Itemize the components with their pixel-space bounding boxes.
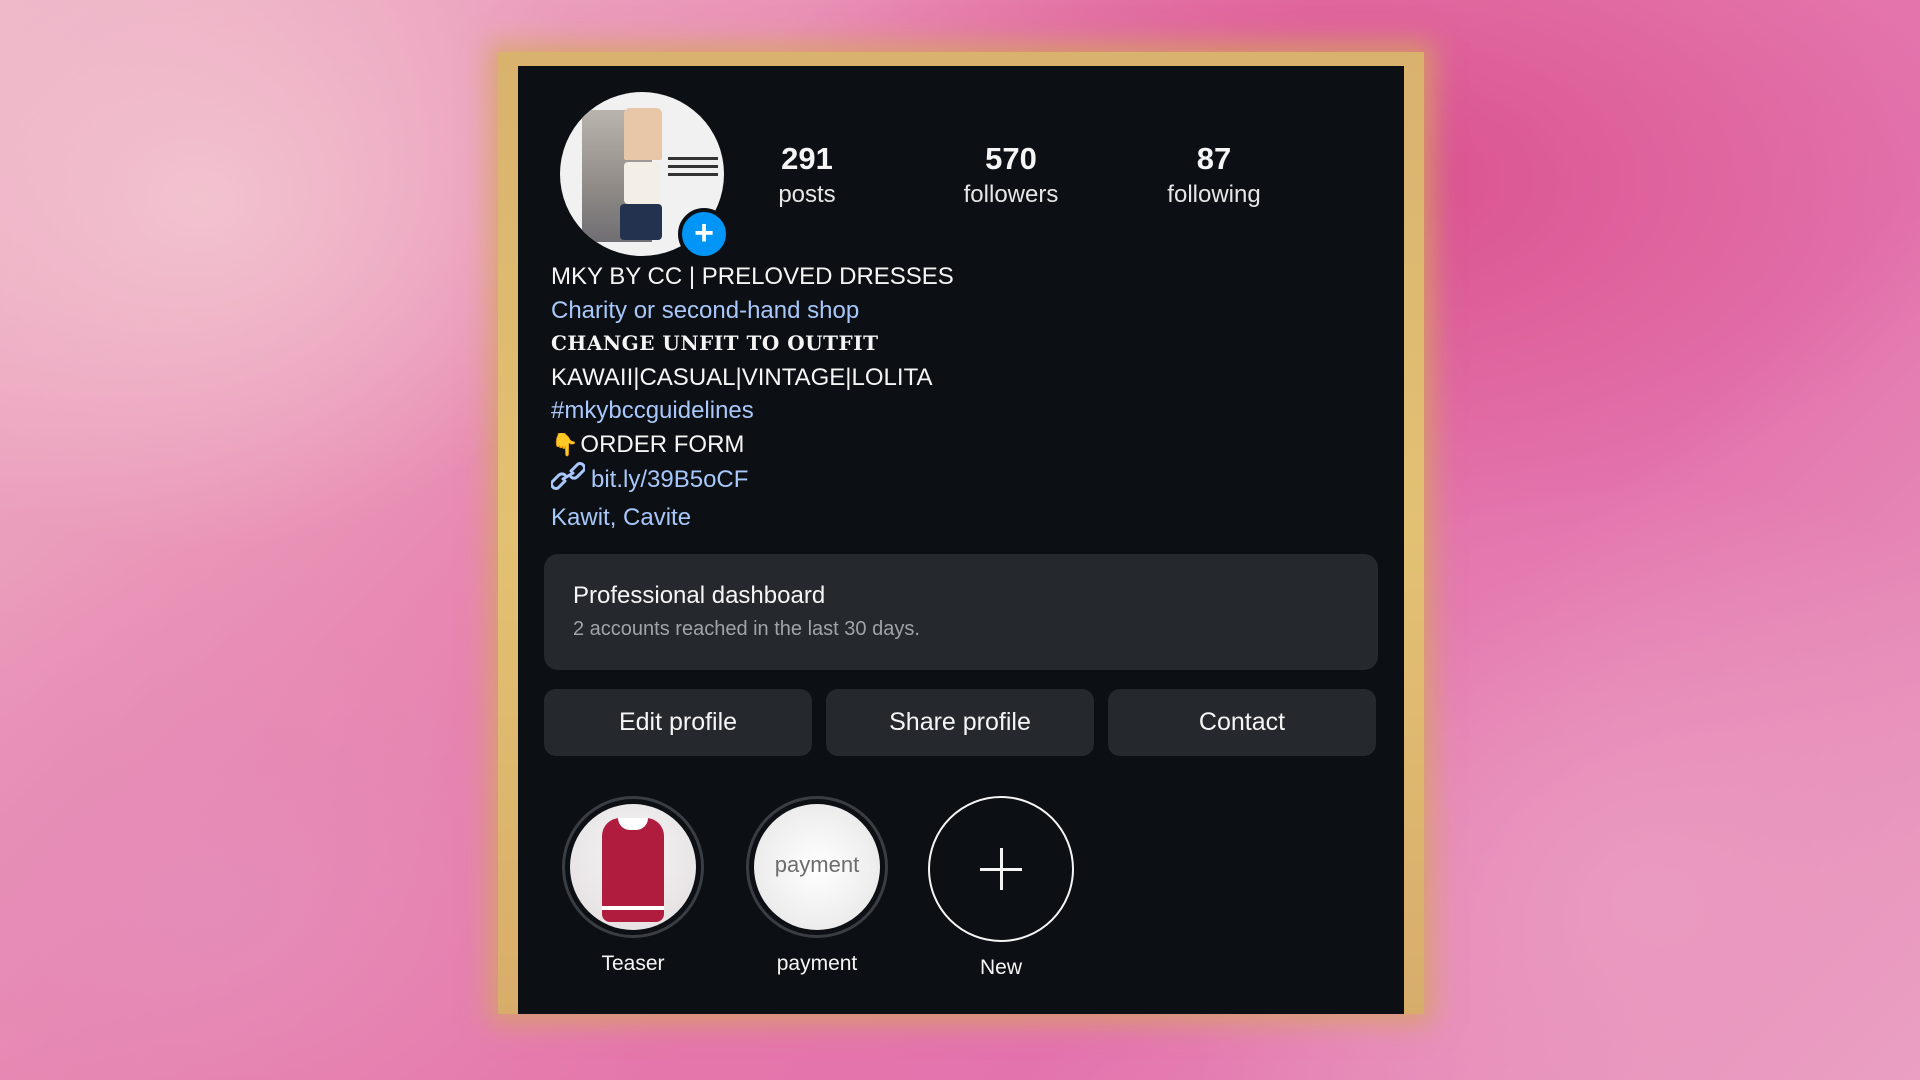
profile-hashtag-link[interactable]: #mkybccguidelines [551,394,1371,428]
link-icon [550,461,586,501]
avatar-dress-image [620,204,662,240]
stat-posts-label: posts [778,181,836,208]
plus-icon [1000,848,1003,890]
profile-name: MKY BY CC | PRELOVED DRESSES [551,263,954,290]
dashboard-subtitle: 2 accounts reached in the last 30 days. [573,618,920,640]
highlight-teaser-ring [562,796,704,938]
stat-following-label: following [1167,181,1261,208]
profile-slogan: CHANGE UNFIT TO OUTFIT [551,331,879,355]
highlight-teaser-label: Teaser [601,952,665,975]
profile-tags: KAWAII|CASUAL|VINTAGE|LOLITA [551,363,933,391]
bio-link[interactable]: bit.ly/39B5oCF [550,461,1371,501]
highlight-new-label: New [979,956,1022,979]
dashboard-title: Professional dashboard [573,582,826,609]
profile-screen: + 291 posts 570 followers 87 following M… [518,66,1404,1014]
highlight-payment-label: payment [776,952,858,975]
highlight-payment-ring: payment [746,796,888,938]
profile-category[interactable]: Charity or second-hand shop [551,294,1371,328]
contact-button[interactable]: Contact [1108,689,1376,756]
avatar-dress-image [624,108,662,160]
highlight-payment[interactable]: payment payment [742,796,892,976]
stat-followers-count: 570 [985,141,1037,176]
dress-hem [602,906,664,910]
stat-followers-label: followers [963,181,1059,208]
avatar-dress-image [624,162,660,204]
payment-cover-text: payment [774,852,860,877]
professional-dashboard[interactable]: Professional dashboard 2 accounts reache… [544,554,1378,670]
share-profile-button[interactable]: Share profile [826,689,1094,756]
add-story-icon[interactable]: + [678,208,730,260]
order-form-line: 👇ORDER FORM [551,428,1371,462]
highlight-teaser-cover [570,804,696,930]
new-highlight-button[interactable] [928,796,1074,942]
profile-location[interactable]: Kawit, Cavite [551,501,1371,535]
stat-followers[interactable]: 570 followers [911,140,1111,212]
bio-link-text[interactable]: bit.ly/39B5oCF [591,466,748,493]
edit-profile-button[interactable]: Edit profile [544,689,812,756]
highlight-teaser[interactable]: Teaser [558,796,708,976]
order-form-label: ORDER FORM [580,430,745,458]
highlight-payment-cover: payment [754,804,880,930]
stat-posts[interactable]: 291 posts [707,140,907,212]
profile-bio: MKY BY CC | PRELOVED DRESSES Charity or … [550,260,1371,535]
stat-following-count: 87 [1196,141,1232,176]
stat-following[interactable]: 87 following [1114,140,1314,212]
stat-posts-count: 291 [781,141,833,176]
highlight-new[interactable]: New [926,796,1076,980]
pointing-down-icon: 👇 [551,431,579,457]
